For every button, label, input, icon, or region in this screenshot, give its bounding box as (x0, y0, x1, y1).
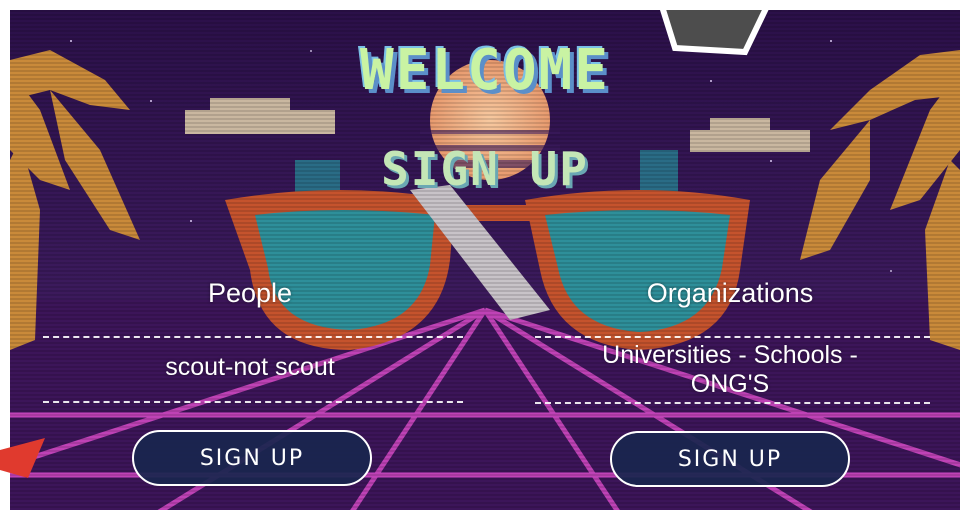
organizations-subheading-line1: Universities - Schools - (602, 341, 858, 369)
people-subheading: scout-not scout (165, 353, 335, 381)
page-top-margin (0, 0, 965, 10)
people-signup-button[interactable]: SIGN UP (132, 430, 372, 486)
organizations-divider (535, 336, 930, 338)
people-divider (43, 336, 463, 338)
people-heading: People (207, 278, 293, 308)
signup-title: SIGN UP (381, 142, 589, 196)
organizations-signup-button[interactable]: SIGN UP (610, 431, 850, 487)
people-subdivider (43, 401, 463, 403)
welcome-screen: WELCOME SIGN UP People scout-not scout S… (10, 10, 960, 510)
cursor-arrow-icon (0, 438, 45, 478)
organizations-subheading-line2: ONG'S (690, 370, 770, 398)
organizations-heading: Organizations (646, 278, 814, 308)
people-signup-label: SIGN UP (199, 445, 305, 471)
organizations-subdivider (535, 402, 930, 404)
welcome-title: WELCOME (359, 38, 610, 103)
organizations-signup-label: SIGN UP (677, 446, 783, 472)
organizations-subheading: Universities - Schools - ONG'S (530, 341, 930, 399)
